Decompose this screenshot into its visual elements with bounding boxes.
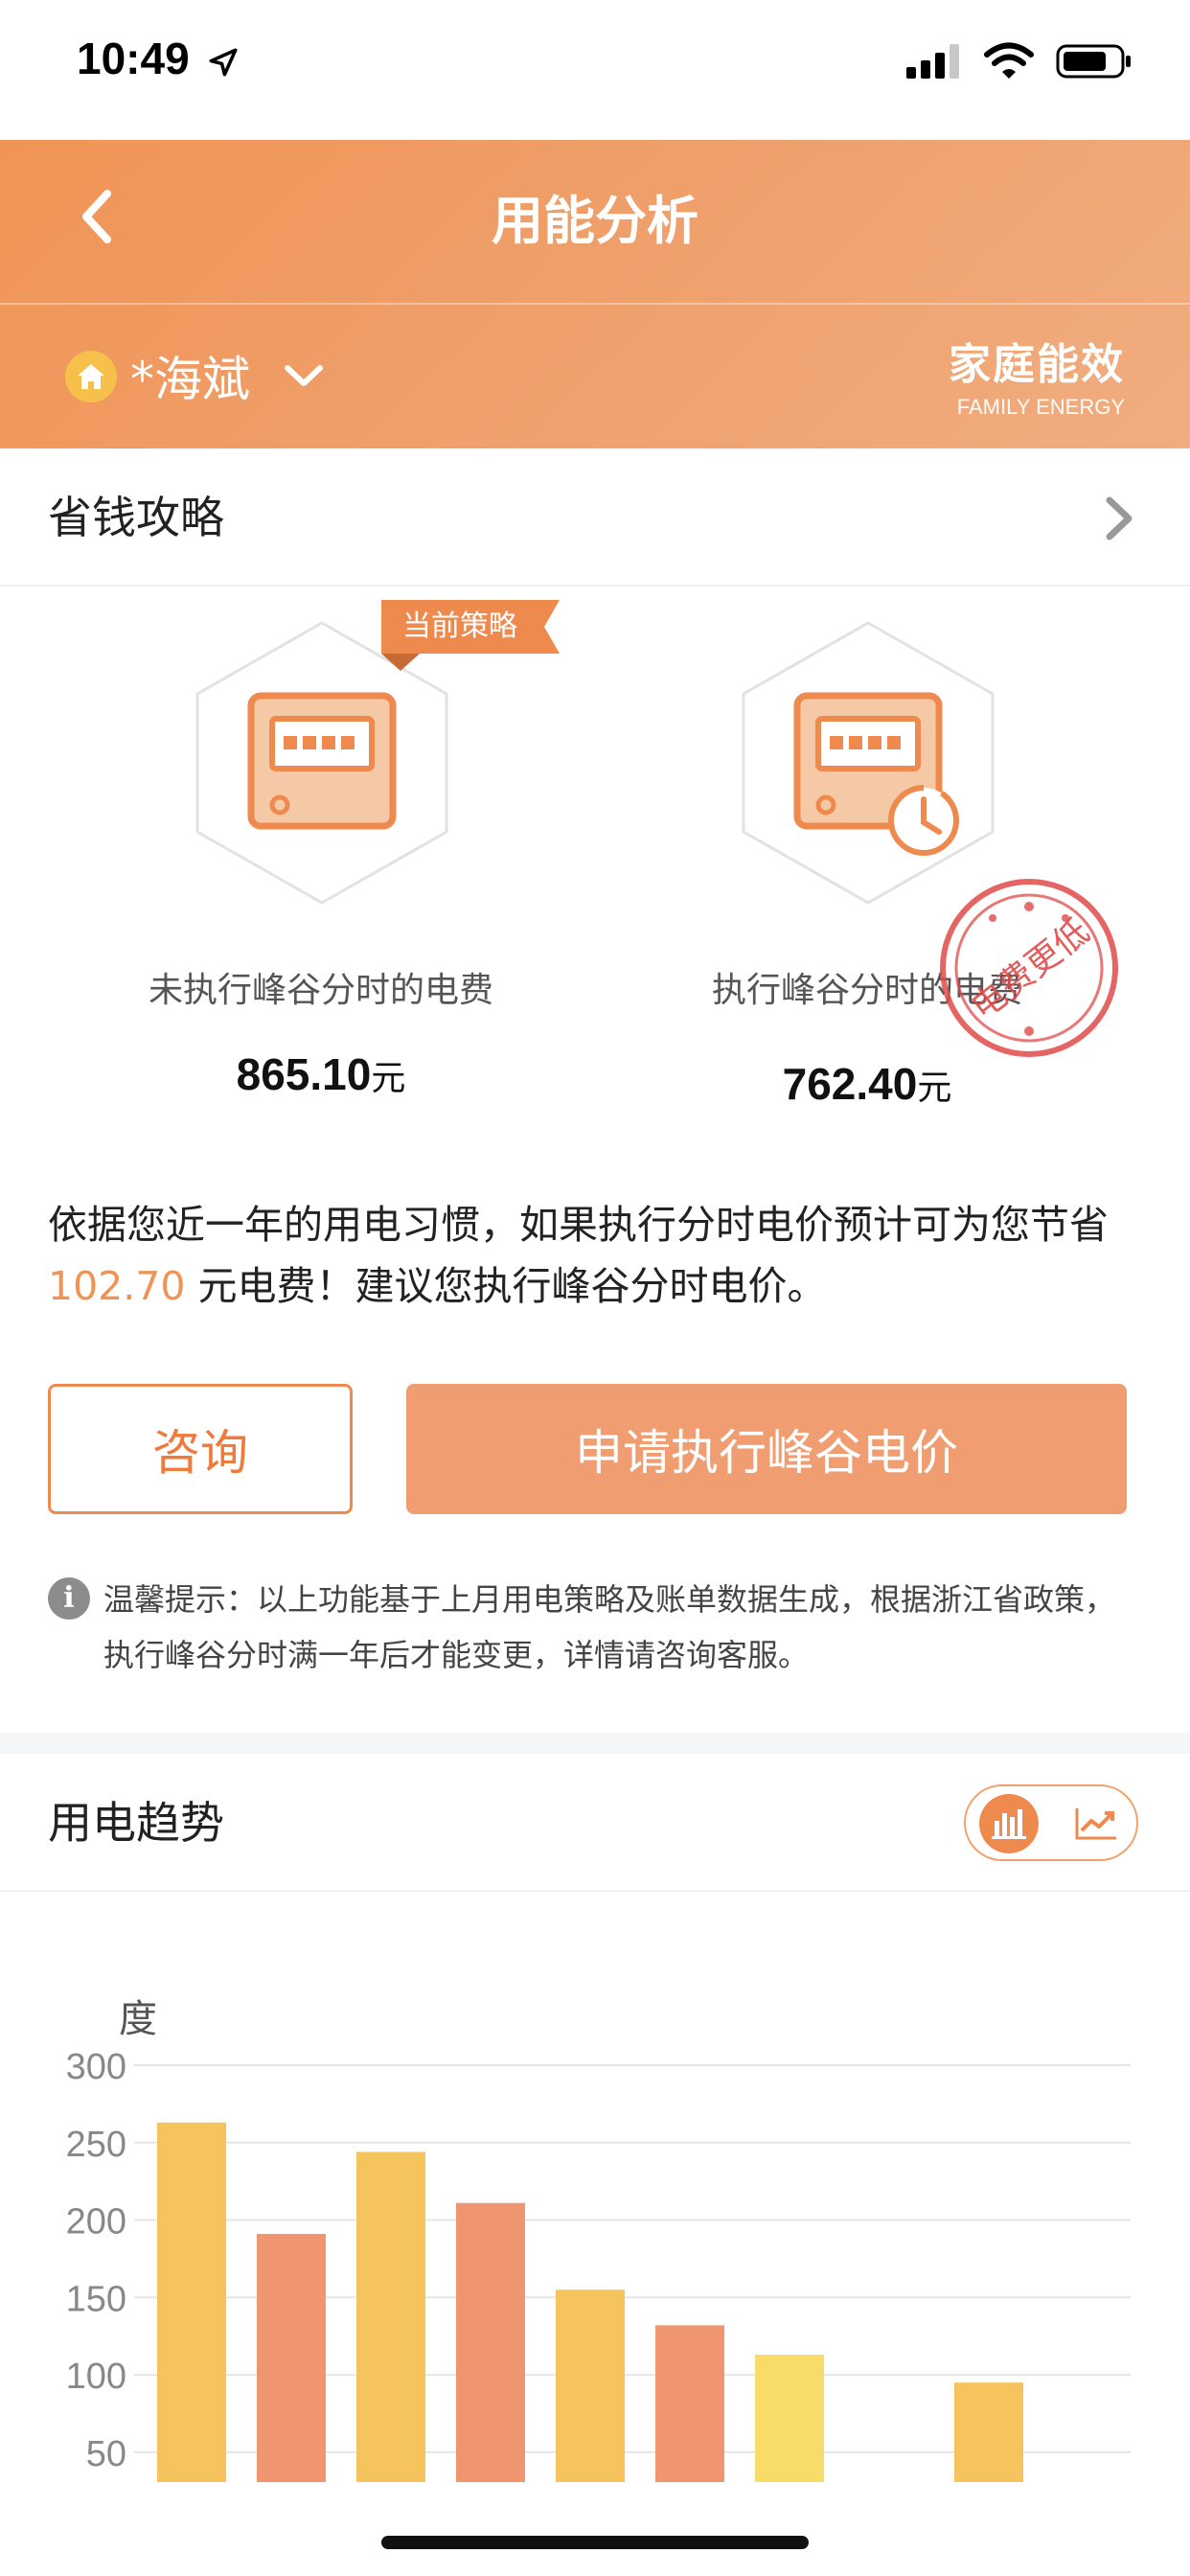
- usage-trend-chart: 度 300 250 200 150 100 50: [66, 1997, 1131, 2482]
- chart-ytick-label: 200: [66, 2202, 126, 2242]
- nav-bar: 用能分析: [0, 140, 1190, 303]
- status-time: 10:49: [77, 33, 240, 84]
- savings-text-after: 元电费！建议您执行峰谷分时电价。: [185, 1263, 827, 1309]
- line-chart-toggle[interactable]: [1069, 1800, 1123, 1848]
- chart-ytick-label: 250: [66, 2125, 126, 2165]
- chart-bar[interactable]: [556, 2289, 625, 2482]
- chart-type-toggle: [964, 1784, 1138, 1861]
- tag-fold: [381, 654, 420, 671]
- brand-name-cn: 家庭能效: [949, 340, 1125, 389]
- back-button[interactable]: [77, 178, 134, 255]
- brand-logo: 家庭能效 FAMILY ENERGY: [949, 330, 1125, 420]
- chart-bar[interactable]: [954, 2382, 1023, 2482]
- chart-bar[interactable]: [755, 2355, 824, 2482]
- chart-bar[interactable]: [157, 2122, 226, 2482]
- chart-ytick-label: 100: [66, 2357, 126, 2397]
- status-bar: 10:49: [0, 0, 1190, 140]
- chart-ytick-label: 150: [66, 2279, 126, 2319]
- line-chart-icon: [1075, 1808, 1116, 1840]
- tip-text: 温馨提示：以上功能基于上月用电策略及账单数据生成，根据浙江省政策，执行峰谷分时满…: [103, 1581, 1116, 1673]
- chart-bar[interactable]: [655, 2325, 724, 2482]
- no-tou-cost-value: 865.10: [236, 1049, 372, 1099]
- no-tou-cost-unit: 元: [371, 1059, 406, 1098]
- chart-ytick-label: 50: [86, 2434, 126, 2474]
- chart-bars: [157, 2122, 1023, 2482]
- tag-tail: [537, 600, 560, 654]
- chevron-down-icon: [285, 365, 323, 386]
- section-separator: [0, 1733, 1190, 1754]
- electric-meter-clock-icon: [793, 692, 959, 856]
- info-icon: i: [48, 1577, 90, 1620]
- chart-ylabel: 度: [119, 1997, 157, 2041]
- chevron-left-icon: [82, 190, 111, 243]
- savings-text-before: 依据您近一年的用电习惯，如果执行分时电价预计可为您节省: [48, 1202, 1109, 1248]
- home-indicator: [381, 2536, 809, 2549]
- bar-chart-icon: [992, 1809, 1026, 1839]
- account-name[interactable]: *海斌: [130, 341, 250, 410]
- strategy-section-title: 省钱攻略: [48, 492, 224, 543]
- no-tou-cost: 865.10元: [96, 1048, 546, 1100]
- cellular-signal-icon: [906, 44, 959, 79]
- chart-bar[interactable]: [257, 2234, 326, 2482]
- tou-cost: 762.40元: [642, 1058, 1092, 1110]
- wifi-icon: [984, 42, 1034, 79]
- status-time-text: 10:49: [77, 34, 190, 83]
- apply-tou-button[interactable]: 申请执行峰谷电价: [406, 1384, 1127, 1514]
- strategy-section-header[interactable]: 省钱攻略: [0, 448, 1190, 586]
- no-tou-label: 未执行峰谷分时的电费: [148, 971, 493, 1010]
- tou-cost-value: 762.40: [782, 1059, 918, 1109]
- savings-message: 依据您近一年的用电习惯，如果执行分时电价预计可为您节省 102.70 元电费！建…: [48, 1194, 1140, 1317]
- status-icons: [906, 42, 1133, 80]
- savings-amount: 102.70: [48, 1263, 186, 1309]
- chart-bar[interactable]: [456, 2202, 525, 2482]
- electric-meter-icon: [247, 692, 397, 830]
- bar-chart-toggle[interactable]: [979, 1794, 1039, 1853]
- current-strategy-tag: 当前策略: [381, 600, 537, 654]
- chevron-right-icon: [1102, 494, 1136, 546]
- lower-cost-stamp: 电费更低: [940, 879, 1118, 1057]
- account-dropdown-button[interactable]: [282, 351, 326, 402]
- chart-ytick-label: 300: [66, 2047, 126, 2087]
- consult-button[interactable]: 咨询: [48, 1384, 353, 1514]
- home-icon: [65, 351, 117, 402]
- trend-section-title: 用电趋势: [48, 1797, 224, 1849]
- location-arrow-icon: [209, 48, 238, 77]
- battery-icon: [1056, 44, 1131, 79]
- chart-bar[interactable]: [356, 2151, 425, 2482]
- account-selector-row: *海斌 家庭能效 FAMILY ENERGY: [0, 305, 1190, 448]
- right-strategy-hexagon: [742, 621, 995, 905]
- stamp-text: 电费更低: [964, 911, 1097, 1027]
- page-title: 用能分析: [492, 191, 698, 251]
- header: 用能分析 *海斌 家庭能效 FAMILY ENERGY: [0, 140, 1190, 448]
- tou-cost-unit: 元: [917, 1069, 952, 1108]
- brand-name-en: FAMILY ENERGY: [956, 395, 1125, 419]
